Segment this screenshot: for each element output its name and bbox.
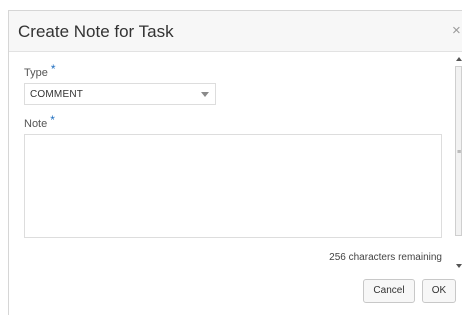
dialog-header: Create Note for Task × bbox=[9, 11, 462, 52]
characters-remaining: 256 characters remaining bbox=[329, 252, 442, 263]
note-label-text: Note bbox=[24, 118, 48, 130]
note-label: Note * bbox=[24, 113, 55, 130]
create-note-dialog: Create Note for Task × Type * COMMENT Not… bbox=[8, 10, 462, 315]
scroll-up-arrow-icon[interactable] bbox=[456, 57, 462, 61]
ok-button[interactable]: OK bbox=[422, 279, 456, 303]
scroll-grip-icon: ≡ bbox=[457, 149, 462, 156]
type-select[interactable]: COMMENT bbox=[24, 83, 216, 105]
type-selected-value: COMMENT bbox=[30, 89, 84, 100]
note-required-marker: * bbox=[50, 113, 55, 127]
note-textarea[interactable] bbox=[24, 134, 442, 238]
vertical-scrollbar[interactable]: ≡ bbox=[455, 51, 462, 276]
type-label-text: Type bbox=[24, 67, 48, 79]
dialog-title: Create Note for Task bbox=[18, 22, 174, 41]
cancel-button[interactable]: Cancel bbox=[363, 279, 415, 303]
chevron-down-icon[interactable] bbox=[201, 92, 209, 97]
close-icon[interactable]: × bbox=[452, 22, 461, 39]
type-required-marker: * bbox=[50, 62, 56, 76]
type-label: Type * bbox=[24, 62, 56, 79]
scroll-down-arrow-icon[interactable] bbox=[456, 264, 462, 268]
scroll-thumb[interactable]: ≡ bbox=[455, 66, 462, 236]
